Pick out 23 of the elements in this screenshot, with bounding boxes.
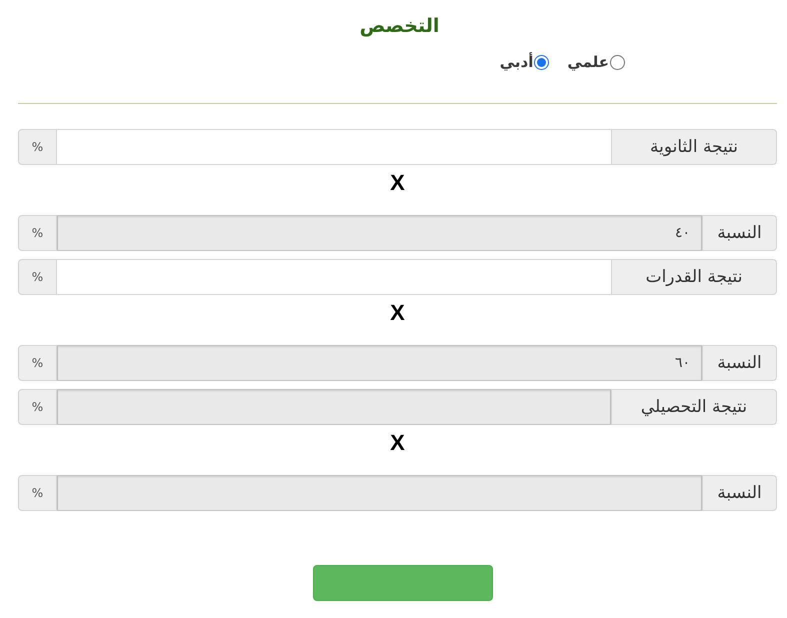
multiply-sign: X xyxy=(389,431,406,455)
percent-unit: % xyxy=(18,345,57,381)
radio-button[interactable] xyxy=(534,54,550,70)
percent-unit: % xyxy=(18,129,57,165)
field-label: النسبة xyxy=(702,345,777,381)
field-label: نتيجة الثانوية xyxy=(611,129,777,165)
action-button[interactable] xyxy=(312,565,492,601)
multiply-sign: X xyxy=(389,301,406,325)
score-input[interactable] xyxy=(57,129,611,165)
radio-button[interactable] xyxy=(610,54,625,70)
percent-unit: % xyxy=(18,389,57,425)
section-title: التخصص xyxy=(358,14,440,39)
percent-unit: % xyxy=(18,475,57,511)
score-input[interactable] xyxy=(57,259,611,295)
percent-unit: % xyxy=(18,215,57,251)
field-label: النسبة xyxy=(702,215,777,251)
radio-label[interactable]: علمي xyxy=(567,53,609,71)
percent-unit: % xyxy=(18,259,57,295)
field-label: النسبة xyxy=(702,475,777,511)
radio-label[interactable]: أدبي xyxy=(500,53,534,71)
field-label: نتيجة التحصيلي xyxy=(611,389,777,425)
field-label: نتيجة القدرات xyxy=(611,259,777,295)
multiply-sign: X xyxy=(389,171,406,195)
